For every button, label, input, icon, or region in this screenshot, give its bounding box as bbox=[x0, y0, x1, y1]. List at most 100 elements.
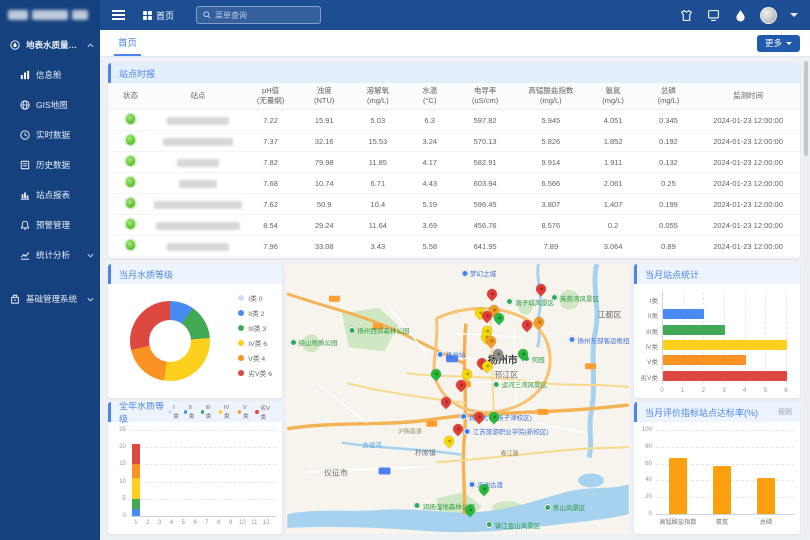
tab-bar: 首页 更多 bbox=[100, 30, 810, 57]
h-bar[interactable] bbox=[663, 309, 704, 319]
water-drop-icon[interactable] bbox=[733, 8, 747, 22]
cell-value: 10.74 bbox=[298, 173, 350, 194]
h-bar[interactable] bbox=[663, 340, 787, 350]
v-bar[interactable] bbox=[669, 458, 687, 514]
user-avatar[interactable] bbox=[760, 7, 777, 24]
column-header: 监测时间 bbox=[696, 83, 800, 110]
cell-value: 0.89 bbox=[641, 236, 696, 257]
map-base-layer bbox=[286, 264, 630, 534]
station-report-table: 状态站点pH值(无量纲)浊度(NTU)溶解氧(mg/L)水温(°C)电导率(uS… bbox=[108, 83, 800, 257]
tab-home[interactable]: 首页 bbox=[114, 30, 141, 56]
table-row: 7.6810.746.714.43603.946.5662.0610.25202… bbox=[108, 173, 800, 194]
poi-blue-icon bbox=[464, 428, 471, 435]
cell-value: 7.82 bbox=[243, 152, 298, 173]
cell-value: 3.064 bbox=[585, 236, 640, 257]
sidebar-item-realtime-data[interactable]: 实时数据 bbox=[0, 120, 100, 150]
cell-value: 7.62 bbox=[243, 194, 298, 215]
column-header: 浊度(NTU) bbox=[298, 83, 350, 110]
station-name-redacted bbox=[154, 201, 242, 209]
cell-value: 7.37 bbox=[243, 131, 298, 152]
column-header: 溶解氧(mg/L) bbox=[350, 83, 405, 110]
stacked-bar-segment[interactable] bbox=[132, 464, 140, 478]
user-menu-chevron-icon[interactable] bbox=[790, 13, 798, 17]
sidebar-item-history-data[interactable]: 历史数据 bbox=[0, 150, 100, 180]
sidebar-item-info-hub[interactable]: 信息舱 bbox=[0, 60, 100, 90]
cell-value: 10.4 bbox=[350, 194, 405, 215]
sidebar-item-label: 实时数据 bbox=[36, 129, 70, 141]
station-name-redacted bbox=[167, 243, 229, 251]
poi-green-icon bbox=[290, 339, 297, 346]
legend-item[interactable]: I类 bbox=[168, 405, 180, 420]
vertical-scrollbar[interactable] bbox=[803, 57, 809, 538]
cell-value: 15.91 bbox=[298, 110, 350, 131]
cell-value: 603.94 bbox=[454, 173, 516, 194]
cell-value: 7.68 bbox=[243, 173, 298, 194]
globe-icon bbox=[20, 100, 30, 110]
menu-search-input[interactable]: 菜单查询 bbox=[196, 6, 321, 24]
cell-value: 4.051 bbox=[585, 110, 640, 131]
compliance-bar-chart: 020406080100高锰酸盐指数氨氮总磷 bbox=[634, 422, 800, 534]
stacked-bar-segment[interactable] bbox=[132, 444, 140, 465]
grid-icon bbox=[143, 11, 152, 20]
cell-value: 596.45 bbox=[454, 194, 516, 215]
poi-green-icon bbox=[551, 294, 558, 301]
legend-item[interactable]: II类 2 bbox=[238, 308, 272, 318]
sidebar-item-alert-management[interactable]: 预警管理 bbox=[0, 210, 100, 240]
legend-item[interactable]: I类 0 bbox=[238, 293, 272, 303]
table-row: 7.9633.083.435.58641.957.893.0640.892024… bbox=[108, 236, 800, 257]
column-header: 氨氮(mg/L) bbox=[585, 83, 640, 110]
cell-value: 4.17 bbox=[406, 152, 454, 173]
more-button[interactable]: 更多 bbox=[757, 35, 800, 52]
cell-value: 0.345 bbox=[641, 110, 696, 131]
v-bar[interactable] bbox=[757, 478, 775, 514]
v-bar[interactable] bbox=[713, 466, 731, 514]
building-icon bbox=[10, 294, 20, 304]
cell-value: 3.807 bbox=[516, 194, 585, 215]
header-home-link[interactable]: 首页 bbox=[143, 9, 174, 22]
theme-shirt-icon[interactable] bbox=[679, 8, 693, 22]
legend-item[interactable]: III类 bbox=[201, 405, 215, 420]
cell-value: 33.08 bbox=[298, 236, 350, 257]
status-ok-dot bbox=[126, 156, 135, 166]
table-row: 7.8279.9811.854.17582.919.9141.9110.1322… bbox=[108, 152, 800, 173]
sidebar-item-statistics[interactable]: 统计分析 bbox=[0, 240, 100, 270]
h-bar[interactable] bbox=[663, 355, 746, 365]
legend-item[interactable]: V类 bbox=[238, 405, 252, 420]
station-name-redacted bbox=[179, 180, 217, 188]
chevron-down-icon bbox=[786, 42, 792, 45]
sidebar-root-base-management[interactable]: 基础管理系统 bbox=[0, 284, 100, 314]
legend-item[interactable]: II类 bbox=[184, 405, 197, 420]
search-icon bbox=[203, 11, 211, 19]
cell-value: 0.055 bbox=[641, 215, 696, 236]
legend-item[interactable]: V类 4 bbox=[238, 353, 272, 363]
legend-item[interactable]: III类 3 bbox=[238, 323, 272, 333]
menu-collapse-icon[interactable] bbox=[112, 10, 125, 20]
legend-item[interactable]: 劣V类 bbox=[255, 403, 274, 421]
alert-bell-icon bbox=[20, 220, 30, 230]
sidebar-item-label: GIS地图 bbox=[36, 99, 68, 111]
poi-blue-icon bbox=[437, 351, 444, 358]
sidebar-root-water-system[interactable]: 地表水质量监测系统 bbox=[0, 30, 100, 60]
sidebar-item-label: 历史数据 bbox=[36, 159, 70, 171]
station-map[interactable]: 扬州市邗江区江都区仪征市朴席镇梦幻之城唐子城风景区茱萸湾风景区扬州西郊森林公园捺… bbox=[286, 264, 630, 534]
sidebar-item-station-report[interactable]: 站点报表 bbox=[0, 180, 100, 210]
sidebar-item-label: 统计分析 bbox=[36, 249, 70, 261]
cell-value: 8.54 bbox=[243, 215, 298, 236]
layout-screen-icon[interactable] bbox=[706, 8, 720, 22]
scrollbar-thumb[interactable] bbox=[804, 61, 808, 156]
stacked-bar-segment[interactable] bbox=[132, 478, 140, 499]
table-row: 7.3732.1615.533.24570.135.8261.8520.1922… bbox=[108, 131, 800, 152]
rules-link[interactable]: 规则 bbox=[778, 407, 792, 417]
chevron-up-icon bbox=[87, 43, 94, 48]
h-bar[interactable] bbox=[663, 325, 725, 335]
legend-item[interactable]: 劣V类 6 bbox=[238, 368, 272, 378]
annual-grade-bar-chart: 0510152025123456789101112 bbox=[108, 422, 282, 534]
legend-item[interactable]: IV类 6 bbox=[238, 338, 272, 348]
legend-item[interactable]: IV类 bbox=[219, 405, 234, 420]
sidebar-item-gis-map[interactable]: GIS地图 bbox=[0, 90, 100, 120]
stacked-bar-segment[interactable] bbox=[132, 499, 140, 509]
stacked-bar-segment[interactable] bbox=[132, 509, 140, 516]
h-bar[interactable] bbox=[663, 371, 787, 381]
cell-value: 2024-01-23 12:00:00 bbox=[696, 152, 800, 173]
station-name-redacted bbox=[177, 159, 219, 167]
